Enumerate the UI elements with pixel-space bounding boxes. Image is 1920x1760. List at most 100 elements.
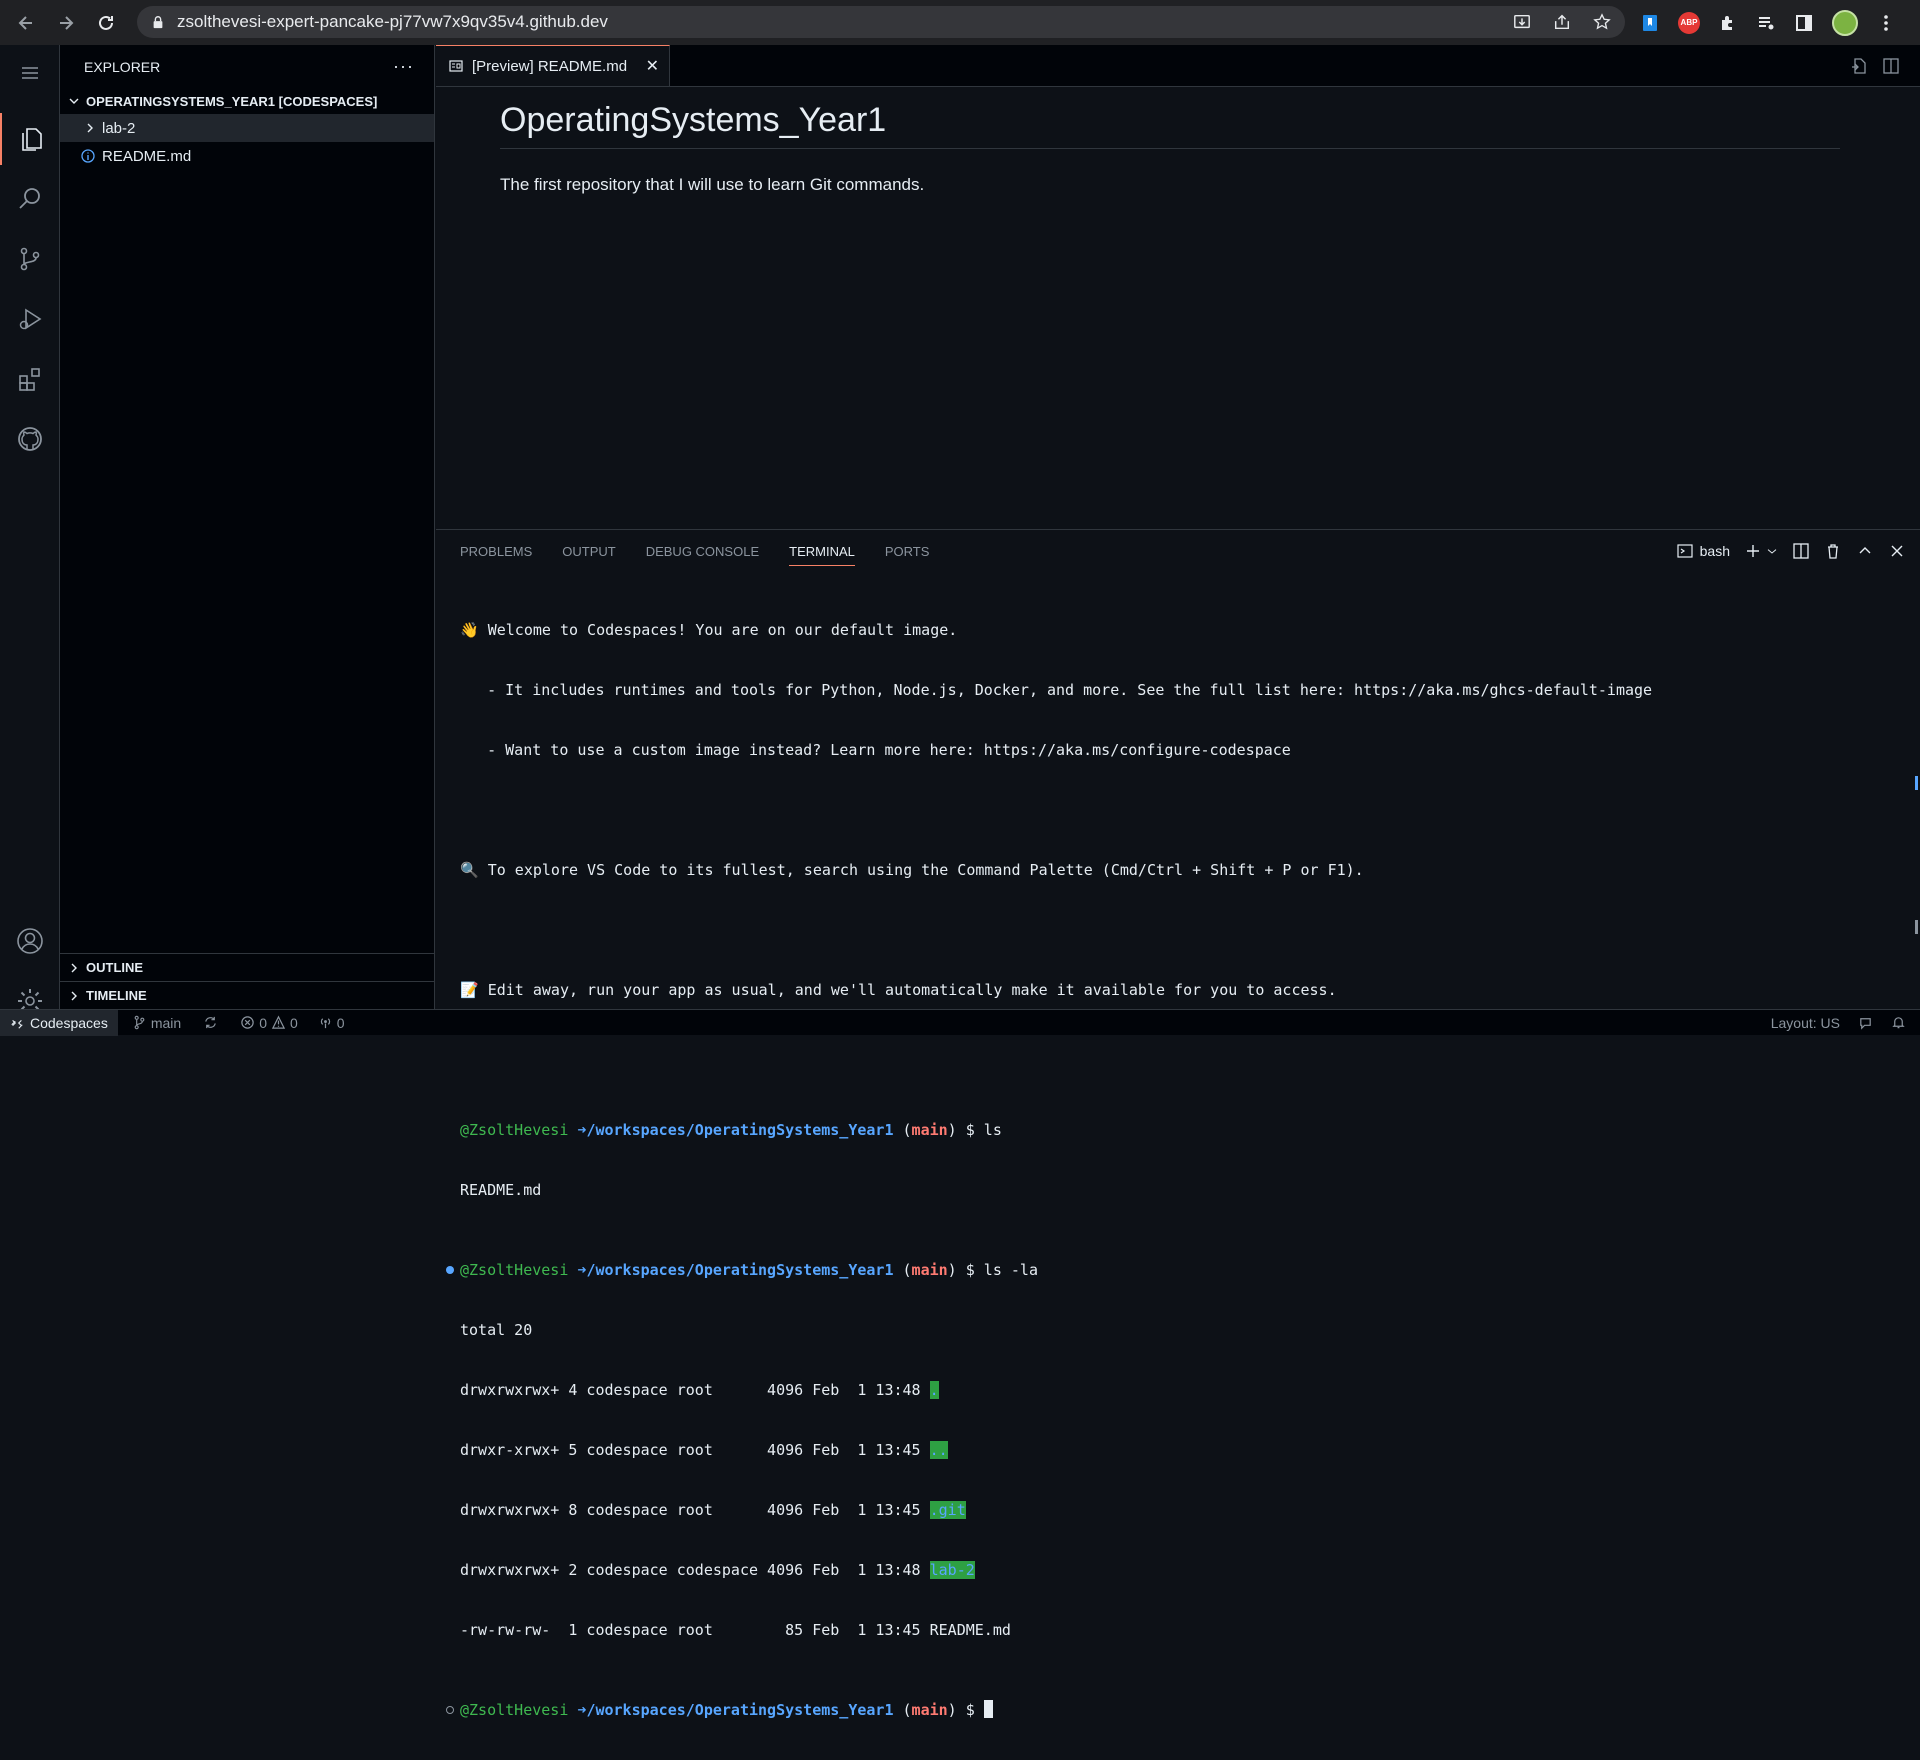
prompt-arrow: ➜: [577, 1701, 587, 1719]
bell-icon[interactable]: [1891, 1015, 1906, 1030]
install-app-icon[interactable]: [1513, 13, 1531, 31]
tab-readme-preview[interactable]: [Preview] README.md ✕: [436, 45, 670, 86]
terminal-line: - It includes runtimes and tools for Pyt…: [460, 681, 1653, 699]
prompt-branch: main: [911, 1261, 948, 1279]
share-icon[interactable]: [1553, 13, 1571, 31]
prompt-path: /workspaces/OperatingSystems_Year1: [586, 1121, 894, 1139]
adblock-icon[interactable]: ABP: [1678, 11, 1700, 34]
branch-name: main: [150, 1014, 182, 1031]
timeline-title: TIMELINE: [86, 988, 147, 1003]
accounts-button[interactable]: [0, 915, 60, 967]
tab-problems[interactable]: PROBLEMS: [460, 544, 532, 559]
scrollbar-marker[interactable]: [1915, 920, 1918, 934]
back-button[interactable]: [6, 3, 46, 43]
url-text: zsolthevesi-expert-pancake-pj77vw7x9qv35…: [177, 12, 608, 31]
ports-indicator[interactable]: 0: [318, 1015, 345, 1031]
media-queue-icon[interactable]: [1756, 13, 1776, 33]
explorer-view-button[interactable]: [0, 113, 60, 165]
sync-icon: [205, 1016, 216, 1029]
tree-item-lab-2[interactable]: lab-2: [60, 114, 434, 142]
extensions-button[interactable]: [0, 353, 60, 405]
scrollbar-marker[interactable]: [1915, 776, 1918, 790]
workspace-name: OPERATINGSYSTEMS_YEAR1 [CODESPACES]: [86, 93, 378, 109]
forward-button[interactable]: [46, 3, 86, 43]
problems-indicator[interactable]: 0 0: [240, 1015, 298, 1031]
open-source-icon[interactable]: [1850, 57, 1868, 75]
github-button[interactable]: [0, 413, 60, 465]
sync-button[interactable]: [203, 1015, 218, 1030]
side-panel-icon[interactable]: [1794, 13, 1814, 33]
workspace-section-header[interactable]: OPERATINGSYSTEMS_YEAR1 [CODESPACES]: [60, 88, 434, 114]
chevron-down-icon[interactable]: [1766, 542, 1778, 560]
listing-dir-name: ..: [929, 1441, 948, 1459]
prompt-symbol: $: [965, 1121, 975, 1139]
chevron-up-icon[interactable]: [1856, 542, 1874, 560]
profile-avatar[interactable]: [1832, 9, 1858, 36]
tab-terminal[interactable]: TERMINAL: [789, 544, 855, 566]
add-terminal-icon[interactable]: [1744, 542, 1762, 560]
shell-name: bash: [1699, 543, 1730, 559]
listing-meta: drwxrwxrwx+ 4 codespace root 4096 Feb 1 …: [460, 1381, 930, 1399]
split-editor-icon[interactable]: [1882, 57, 1900, 75]
tree-item-readme[interactable]: README.md: [60, 142, 434, 170]
tab-close-button[interactable]: ✕: [646, 56, 659, 76]
tab-label: [Preview] README.md: [472, 57, 628, 75]
listing-dir-name: lab-2: [929, 1561, 975, 1579]
address-bar[interactable]: zsolthevesi-expert-pancake-pj77vw7x9qv35…: [137, 6, 1625, 38]
outline-section-header[interactable]: OUTLINE: [60, 953, 435, 981]
extension-bookmark-icon[interactable]: [1640, 13, 1660, 33]
remote-indicator[interactable]: Codespaces: [0, 1009, 118, 1036]
terminal-output[interactable]: 👋 Welcome to Codespaces! You are on our …: [446, 580, 1653, 1760]
star-icon[interactable]: [1593, 13, 1611, 31]
explorer-header: EXPLORER ···: [60, 45, 434, 88]
explorer-sidebar: EXPLORER ··· OPERATINGSYSTEMS_YEAR1 [COD…: [60, 45, 435, 1009]
listing-file-name: README.md: [929, 1621, 1011, 1639]
timeline-section-header[interactable]: TIMELINE: [60, 981, 435, 1009]
split-terminal-icon[interactable]: [1792, 542, 1810, 560]
markdown-preview: OperatingSystems_Year1 The first reposit…: [436, 87, 1920, 195]
command-text: ls -la: [983, 1261, 1038, 1279]
command-pending-marker[interactable]: [446, 1706, 454, 1714]
remote-icon: [11, 1019, 23, 1029]
prompt-user: @ZsoltHevesi: [460, 1121, 569, 1139]
prompt-user: @ZsoltHevesi: [460, 1701, 569, 1719]
command-success-marker[interactable]: [446, 1266, 454, 1274]
terminal-prompt-line: @ZsoltHevesi ➜/workspaces/OperatingSyste…: [460, 1121, 1002, 1139]
trash-icon[interactable]: [1824, 542, 1842, 560]
feedback-icon[interactable]: [1858, 1015, 1873, 1030]
chevron-down-icon: [69, 98, 79, 104]
more-actions-button[interactable]: ···: [393, 56, 414, 77]
terminal-line: 👋 Welcome to Codespaces! You are on our …: [460, 621, 958, 639]
terminal-icon: [1677, 544, 1693, 558]
error-icon: [241, 1016, 254, 1029]
prompt-branch: main: [911, 1701, 948, 1719]
tab-output[interactable]: OUTPUT: [562, 544, 615, 559]
command-text: ls: [983, 1121, 1002, 1139]
outline-title: OUTLINE: [86, 960, 144, 975]
reload-icon: [99, 15, 113, 30]
run-debug-icon: [19, 308, 42, 330]
search-view-button[interactable]: [0, 173, 60, 225]
tab-ports[interactable]: PORTS: [885, 544, 930, 559]
prompt-path: /workspaces/OperatingSystems_Year1: [586, 1701, 894, 1719]
editor-area: [Preview] README.md ✕ OperatingSystems_Y…: [436, 45, 1920, 529]
kebab-menu-icon[interactable]: [1876, 13, 1896, 33]
close-icon[interactable]: [1888, 542, 1906, 560]
branch-indicator[interactable]: main: [132, 1015, 181, 1031]
run-debug-button[interactable]: [0, 293, 60, 345]
keyboard-layout[interactable]: Layout: US: [1771, 1015, 1840, 1031]
menu-button[interactable]: [0, 47, 60, 99]
terminal-line: README.md: [460, 1181, 542, 1199]
prompt-user: @ZsoltHevesi: [460, 1261, 569, 1279]
extensions-puzzle-icon[interactable]: [1718, 13, 1738, 33]
files-icon: [22, 128, 42, 151]
terminal-prompt-line: @ZsoltHevesi ➜/workspaces/OperatingSyste…: [446, 1700, 1652, 1720]
chevron-right-icon: [87, 123, 93, 133]
source-control-button[interactable]: [0, 233, 60, 285]
reload-button[interactable]: [86, 3, 126, 43]
terminal-selector[interactable]: bash: [1676, 542, 1730, 560]
tab-debug-console[interactable]: DEBUG CONSOLE: [646, 544, 759, 559]
browser-toolbar: zsolthevesi-expert-pancake-pj77vw7x9qv35…: [0, 0, 1920, 45]
warning-count: 0: [289, 1014, 298, 1031]
